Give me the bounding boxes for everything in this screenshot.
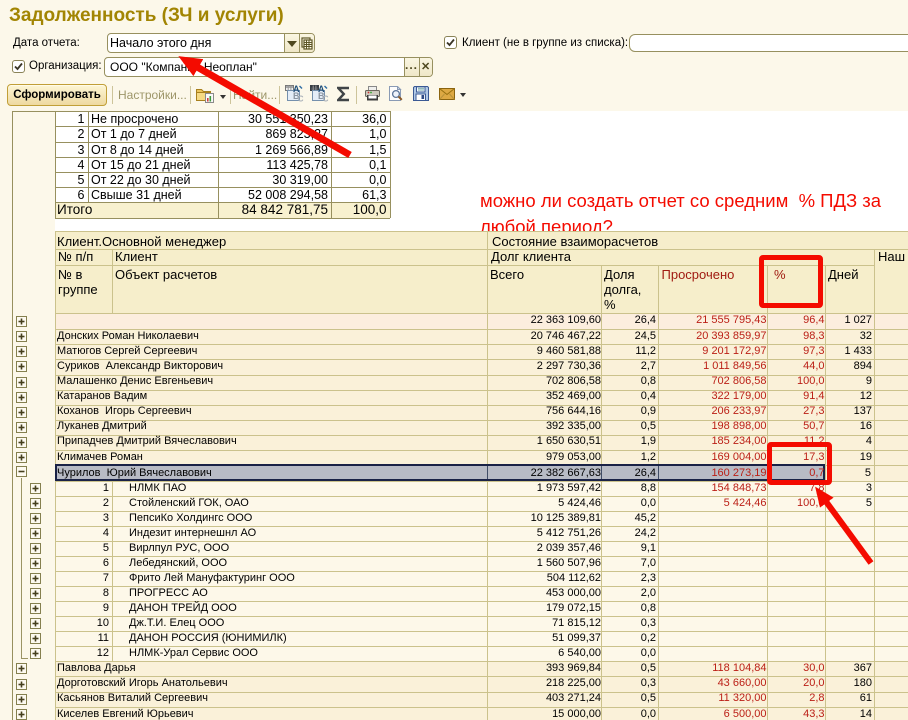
svg-text:C: C [323, 95, 329, 103]
svg-text:C: C [298, 95, 304, 103]
